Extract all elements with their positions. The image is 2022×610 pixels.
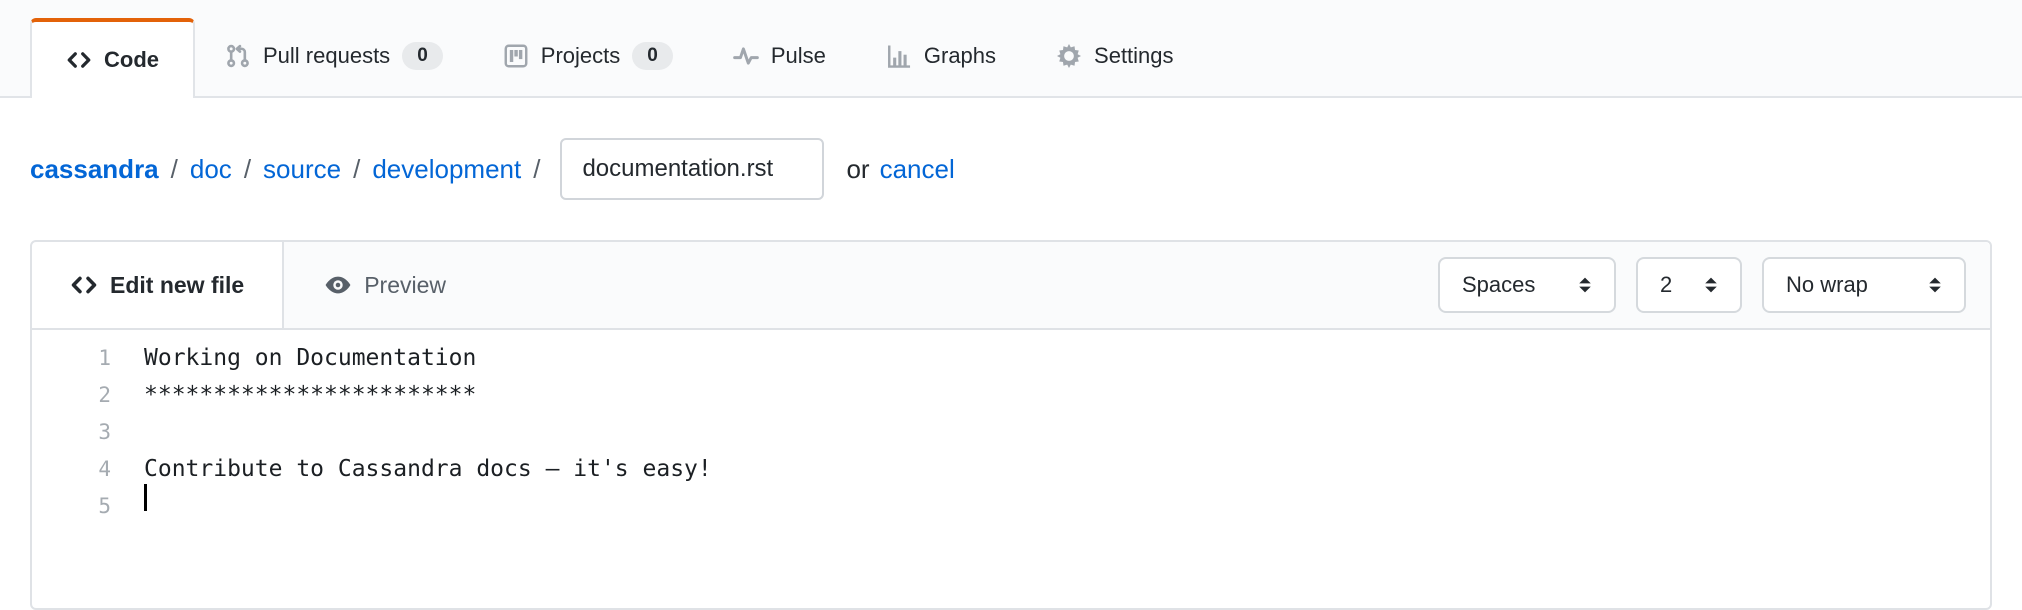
line-text: ************************ [144, 377, 476, 414]
select-caret-icon [1924, 274, 1946, 296]
tab-projects[interactable]: Projects 0 [473, 16, 703, 96]
file-editor: Edit new file Preview Spaces 2 N [30, 240, 1992, 610]
code-line: 2 ************************ [32, 377, 1990, 414]
breadcrumb-separator: / [533, 154, 540, 185]
code-line: 3 [32, 414, 1990, 451]
breadcrumb-repo-link[interactable]: cassandra [30, 154, 159, 185]
tab-settings-label: Settings [1094, 43, 1174, 69]
tab-preview[interactable]: Preview [284, 242, 486, 328]
tab-edit-new-file-label: Edit new file [110, 272, 244, 299]
tab-graphs-label: Graphs [924, 43, 996, 69]
tab-pull-requests-label: Pull requests [263, 43, 390, 69]
line-text: Working on Documentation [144, 340, 476, 377]
breadcrumb-link-doc[interactable]: doc [190, 154, 232, 185]
pulse-icon [733, 43, 759, 69]
breadcrumb-link-development[interactable]: development [372, 154, 521, 185]
line-number: 2 [32, 377, 144, 414]
filename-input[interactable] [560, 138, 824, 200]
wrap-mode-select[interactable]: No wrap [1762, 257, 1966, 313]
code-icon [70, 271, 98, 299]
pull-requests-counter: 0 [402, 42, 443, 70]
text-cursor [144, 484, 147, 511]
editor-controls: Spaces 2 No wrap [1438, 242, 1990, 328]
tab-projects-label: Projects [541, 43, 620, 69]
indent-mode-value: Spaces [1462, 272, 1535, 298]
tab-pull-requests[interactable]: Pull requests 0 [195, 16, 473, 96]
line-number: 4 [32, 451, 144, 488]
tab-preview-label: Preview [364, 272, 446, 299]
breadcrumb-separator: / [171, 154, 178, 185]
code-line: 4 Contribute to Cassandra docs — it's ea… [32, 451, 1990, 488]
line-text: Contribute to Cassandra docs — it's easy… [144, 451, 712, 488]
tab-graphs[interactable]: Graphs [856, 16, 1026, 96]
or-text: or [846, 154, 869, 185]
breadcrumb-separator: / [244, 154, 251, 185]
git-pull-request-icon [225, 43, 251, 69]
line-number: 1 [32, 340, 144, 377]
breadcrumb: cassandra / doc / source / development /… [0, 98, 2022, 240]
cancel-link[interactable]: cancel [880, 154, 955, 185]
indent-width-value: 2 [1660, 272, 1672, 298]
select-caret-icon [1574, 274, 1596, 296]
line-number: 5 [32, 488, 144, 525]
indent-width-select[interactable]: 2 [1636, 257, 1742, 313]
repo-nav: Code Pull requests 0 Projects 0 Pulse Gr… [0, 0, 2022, 98]
project-icon [503, 43, 529, 69]
eye-icon [324, 271, 352, 299]
breadcrumb-link-source[interactable]: source [263, 154, 341, 185]
wrap-mode-value: No wrap [1786, 272, 1868, 298]
tab-code-label: Code [104, 47, 159, 73]
select-caret-icon [1700, 274, 1722, 296]
editor-header: Edit new file Preview Spaces 2 N [32, 242, 1990, 330]
breadcrumb-separator: / [353, 154, 360, 185]
line-number: 3 [32, 414, 144, 451]
graph-icon [886, 43, 912, 69]
code-line: 1 Working on Documentation [32, 340, 1990, 377]
projects-counter: 0 [632, 42, 673, 70]
tab-settings[interactable]: Settings [1026, 16, 1204, 96]
code-line: 5 [32, 488, 1990, 525]
indent-mode-select[interactable]: Spaces [1438, 257, 1616, 313]
tab-code[interactable]: Code [30, 18, 195, 98]
tab-edit-new-file[interactable]: Edit new file [32, 242, 284, 328]
code-editor-area[interactable]: 1 Working on Documentation 2 ***********… [32, 330, 1990, 525]
gear-icon [1056, 43, 1082, 69]
code-icon [66, 47, 92, 73]
tab-pulse-label: Pulse [771, 43, 826, 69]
tab-pulse[interactable]: Pulse [703, 16, 856, 96]
